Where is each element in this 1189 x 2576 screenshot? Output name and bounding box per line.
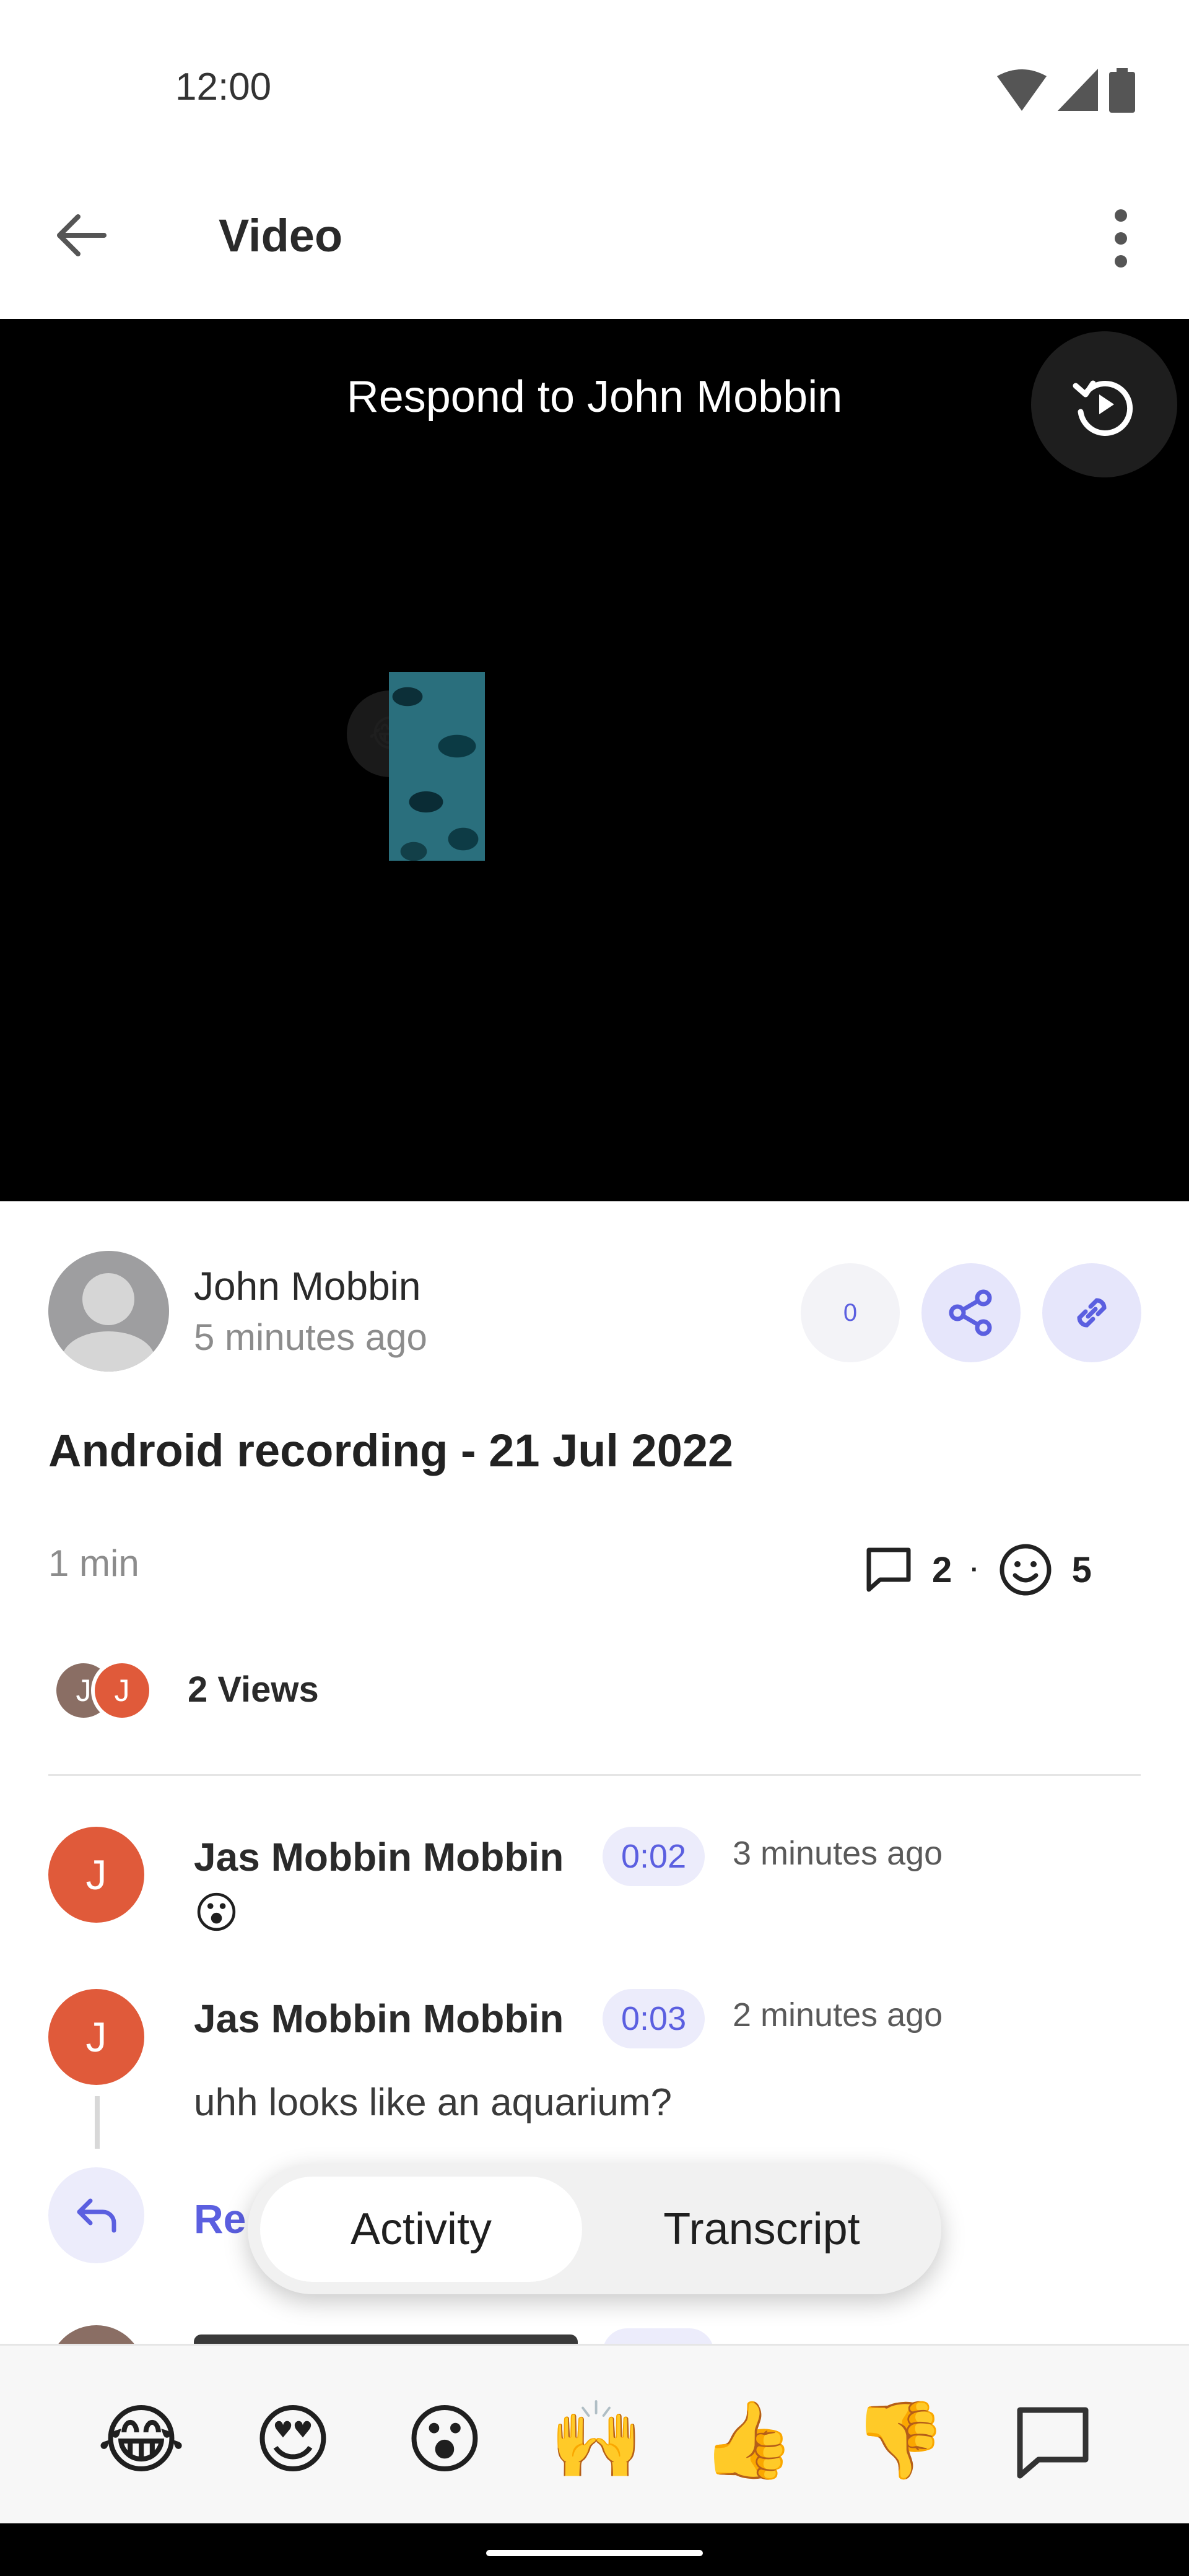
status-time: 12:00 [175, 66, 272, 108]
back-arrow-icon [57, 214, 107, 256]
home-indicator[interactable] [486, 2550, 703, 2556]
copy-link-button[interactable] [1042, 1263, 1141, 1362]
commenter-name: Jas Mobbin Mobbin [194, 1835, 564, 1879]
comment-time-ago: 3 minutes ago [733, 1835, 943, 1872]
thumbs-up-reaction-button[interactable]: 👍 [701, 2387, 795, 2492]
laugh-reaction-button[interactable]: 😂 [95, 2387, 188, 2492]
replay-button[interactable] [1031, 331, 1177, 477]
tab-activity[interactable]: Activity [260, 2177, 582, 2282]
partial-comment [48, 2322, 791, 2347]
comment-icon [866, 1547, 911, 1592]
wifi-icon [997, 69, 1047, 111]
stats-separator: · [970, 1556, 979, 1583]
divider [48, 1774, 1141, 1776]
recording-title: Android recording - 21 Jul 2022 [48, 1425, 734, 1476]
comment-timestamp[interactable]: 0:02 [603, 1827, 705, 1886]
commenter-avatar[interactable]: J [48, 1989, 144, 2085]
page-title: Video [219, 210, 343, 261]
recording-duration: 1 min [48, 1543, 139, 1584]
reply-icon [77, 2198, 116, 2232]
video-overlay-title: Respond to John Mobbin [346, 372, 843, 422]
comment-timestamp[interactable]: 0:03 [603, 1989, 705, 2048]
more-vert-icon [1115, 209, 1127, 268]
link-icon [1077, 1298, 1107, 1328]
comment-reaction: 😮 [194, 1889, 239, 1937]
comment-text: uhh looks like an aquarium? [194, 2081, 673, 2124]
share-icon [949, 1289, 992, 1336]
battery-icon [1109, 68, 1135, 113]
reactions-count: 5 [1071, 1549, 1092, 1590]
tab-transcript[interactable]: Transcript [594, 2177, 929, 2282]
commenter-name: Jas Mobbin Mobbin [194, 1996, 564, 2041]
comment-button[interactable] [1006, 2396, 1099, 2489]
viewer-avatar: J [91, 1660, 153, 1721]
share-button[interactable] [921, 1263, 1021, 1362]
author-avatar[interactable] [48, 1251, 169, 1372]
views-count[interactable]: 2 Views [188, 1669, 319, 1710]
default-avatar-icon [62, 1273, 155, 1372]
heart-eyes-reaction-button[interactable]: 😍 [246, 2387, 339, 2492]
video-player[interactable] [0, 319, 1189, 1201]
more-options-button[interactable] [1102, 204, 1139, 272]
back-button[interactable] [50, 204, 111, 266]
signal-icon [1058, 69, 1098, 111]
smiley-icon [1000, 1544, 1052, 1596]
status-icons [997, 68, 1135, 113]
comment-time-ago: 2 minutes ago [733, 1996, 943, 2034]
surprised-reaction-button[interactable]: 😮 [398, 2387, 491, 2492]
reply-label[interactable]: Re [194, 2195, 246, 2242]
activity-transcript-toggle: Activity Transcript [248, 2164, 941, 2294]
comments-count: 2 [932, 1549, 952, 1590]
raised-hands-reaction-button[interactable]: 🙌 [549, 2387, 643, 2492]
commenter-avatar[interactable]: J [48, 1827, 144, 1923]
comment-icon [1017, 2407, 1089, 2479]
posted-time: 5 minutes ago [194, 1316, 427, 1358]
replay-icon [1073, 380, 1133, 436]
video-frame-thumbnail [389, 672, 485, 861]
viewer-avatars[interactable]: J J [53, 1660, 164, 1721]
recording-stats: 2 · 5 [864, 1542, 1092, 1598]
reaction-count-button[interactable]: 0 [801, 1263, 900, 1362]
thumbs-down-reaction-button[interactable]: 👎 [853, 2387, 947, 2492]
author-name: John Mobbin [194, 1264, 421, 1308]
reply-button[interactable] [48, 2167, 144, 2263]
thread-line [95, 2096, 100, 2149]
